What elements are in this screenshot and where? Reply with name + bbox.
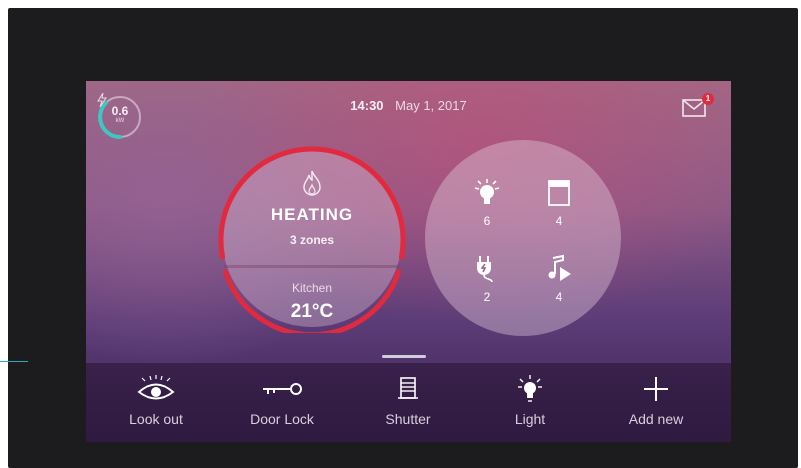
accent-line [0, 361, 28, 362]
light-bulb-icon [474, 179, 500, 204]
device-music-count: 4 [555, 290, 563, 304]
device-lights-count: 6 [483, 214, 491, 228]
dock-add-new-button[interactable]: Add new [606, 375, 706, 435]
dock-look-out-button[interactable]: Look out [106, 375, 206, 435]
device-sockets-count: 2 [483, 290, 491, 304]
dock-label: Shutter [385, 411, 431, 427]
heating-temperature: 21°C [290, 301, 334, 322]
clock-date: May 1, 2017 [395, 98, 467, 113]
heating-zones: 3 zones [289, 233, 334, 247]
messages-button[interactable]: 1 [682, 93, 714, 119]
dock-label: Door Lock [250, 411, 314, 427]
shutter-icon [398, 377, 418, 399]
eye-icon [137, 375, 175, 400]
light-bulb-icon [518, 375, 542, 402]
dock-label: Look out [129, 411, 183, 427]
status-bar: 14:30 May 1, 2017 [86, 98, 731, 113]
dock-light-button[interactable]: Light [480, 375, 580, 435]
bottom-dock: Look out Door Lock Shutter Light Add new [86, 355, 731, 442]
clock-time: 14:30 [350, 98, 384, 113]
plus-icon [644, 377, 668, 401]
device-lights-button[interactable]: 6 [467, 178, 507, 238]
flame-icon [303, 170, 321, 196]
heating-room: Kitchen [291, 281, 333, 295]
heating-widget[interactable]: HEATING 3 zones Kitchen 21°C [216, 141, 408, 333]
device-music-button[interactable]: 4 [539, 254, 579, 314]
music-icon [548, 254, 571, 281]
plug-icon [477, 256, 493, 283]
power-unit: kW [115, 118, 125, 124]
device-shutters-count: 4 [555, 214, 563, 228]
heating-title: HEATING [270, 205, 354, 224]
devices-widget: 6 4 2 4 [425, 140, 621, 336]
dock-label: Light [514, 411, 546, 427]
unread-badge: 1 [702, 93, 714, 105]
dock-label: Add new [628, 411, 684, 427]
device-sockets-button[interactable]: 2 [467, 254, 507, 314]
dock-door-lock-button[interactable]: Door Lock [232, 375, 332, 435]
dock-shutter-button[interactable]: Shutter [358, 375, 458, 435]
device-shutters-button[interactable]: 4 [539, 178, 579, 238]
shutter-icon [548, 180, 570, 206]
key-icon [263, 383, 302, 395]
heating-divider [224, 265, 400, 268]
touch-screen: 0.6 kW 14:30 May 1, 2017 1 HEATING 3 zon… [86, 81, 731, 442]
dock-handle[interactable] [382, 355, 426, 358]
